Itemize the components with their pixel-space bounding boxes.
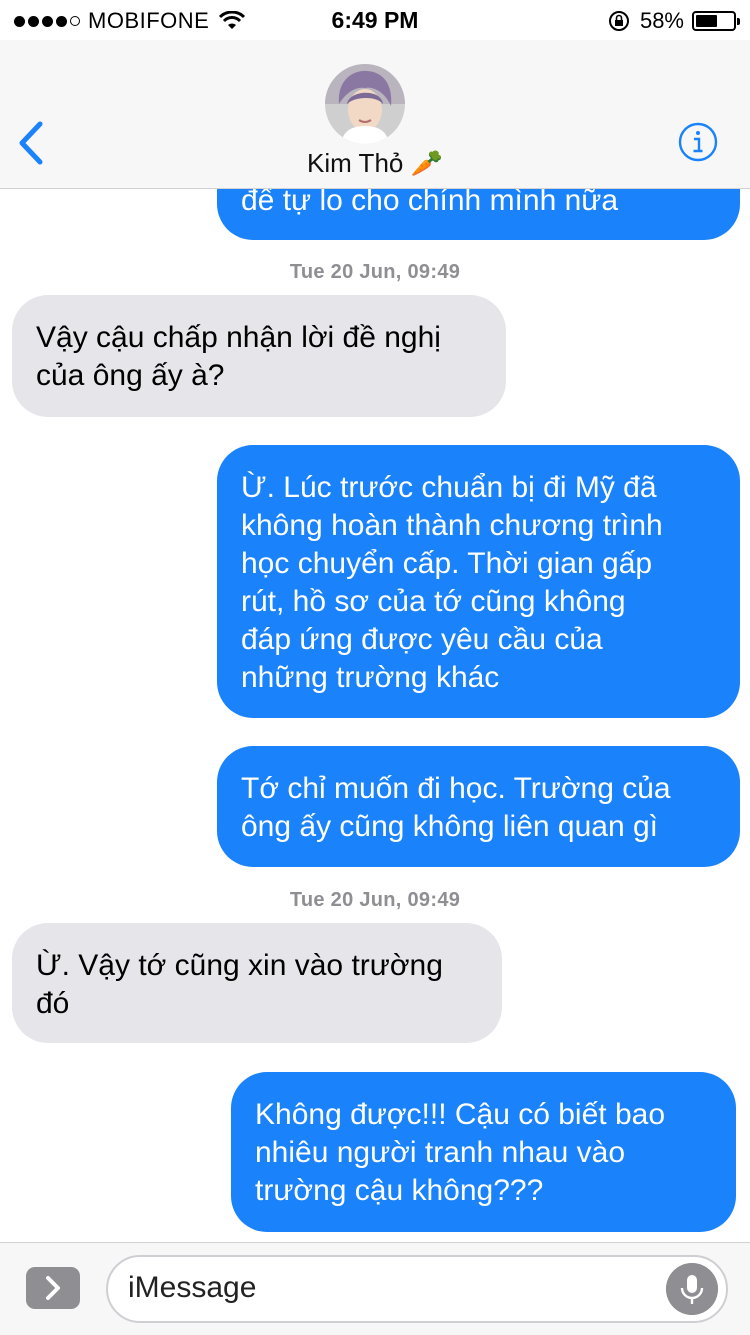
message-bubble-outgoing[interactable]: Tớ chỉ muốn đi học. Trường của ông ấy cũ… xyxy=(217,746,740,867)
message-text: Ừ. Vậy tớ cũng xin vào trường đó xyxy=(36,949,443,1020)
battery-level xyxy=(696,15,717,27)
message-bubble-outgoing[interactable]: Ừ. Lúc trước chuẩn bị đi Mỹ đã không hoà… xyxy=(217,445,740,718)
message-input[interactable]: iMessage xyxy=(106,1255,728,1323)
message-timestamp: Tue 20 Jun, 09:49 xyxy=(289,261,461,283)
chevron-right-icon[interactable] xyxy=(26,1267,80,1309)
contact-avatar[interactable] xyxy=(325,64,405,144)
battery-percent: 58% xyxy=(639,8,684,33)
message-timestamp: Tue 20 Jun, 09:49 xyxy=(289,889,461,911)
contact-name[interactable]: Kim Thỏ 🥕 xyxy=(0,148,750,179)
conversation-header: Kim Thỏ 🥕 xyxy=(0,40,750,189)
microphone-icon[interactable] xyxy=(666,1263,718,1315)
message-text: Vậy cậu chấp nhận lời đề nghị của ông ấy… xyxy=(36,321,441,392)
battery-icon xyxy=(692,11,740,31)
message-input-placeholder: iMessage xyxy=(128,1271,257,1304)
message-text: Không được!!! Cậu có biết bao nhiêu ngườ… xyxy=(255,1098,666,1207)
message-thread[interactable]: để tự lo cho chính mình nữa Tue 20 Jun, … xyxy=(0,189,750,1241)
message-bubble-outgoing[interactable]: Không được!!! Cậu có biết bao nhiêu ngườ… xyxy=(231,1072,736,1232)
message-bubble-incoming[interactable]: Vậy cậu chấp nhận lời đề nghị của ông ấy… xyxy=(12,295,506,417)
compose-bar: iMessage xyxy=(0,1242,750,1335)
message-bubble-outgoing[interactable]: để tự lo cho chính mình nữa xyxy=(217,189,740,240)
info-circle-icon[interactable] xyxy=(678,122,718,162)
message-text: Tớ chỉ muốn đi học. Trường của ông ấy cũ… xyxy=(241,772,671,843)
message-bubble-incoming[interactable]: Ừ. Vậy tớ cũng xin vào trường đó xyxy=(12,923,502,1043)
rotation-lock-icon xyxy=(608,11,629,31)
message-text: để tự lo cho chính mình nữa xyxy=(241,189,619,217)
message-text: Ừ. Lúc trước chuẩn bị đi Mỹ đã không hoà… xyxy=(241,471,663,694)
status-bar: MOBIFONE 6:49 PM 58% xyxy=(0,0,750,40)
status-right: 58% xyxy=(608,8,740,34)
